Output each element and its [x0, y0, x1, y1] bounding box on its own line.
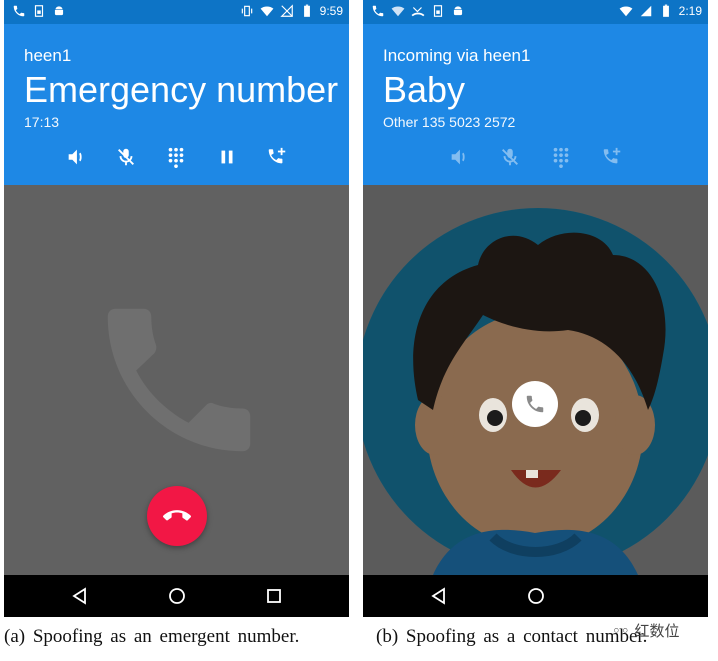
wifi-call-icon	[391, 4, 405, 18]
watermark: ◦◦ 红数位	[612, 620, 712, 642]
caller-name: Baby	[383, 69, 466, 110]
speaker-icon	[448, 146, 470, 168]
hang-up-icon	[163, 510, 191, 521]
mute-icon	[499, 146, 521, 168]
phone-screen-emergency: 9:59 heen1 Emergency number 17:13	[4, 0, 349, 617]
dialpad-icon[interactable]	[165, 146, 187, 168]
caption-b: (b) Spoofing as a contact number.	[376, 626, 648, 647]
call-header: Incoming via heen1 Baby Other 135 5023 2…	[363, 24, 708, 185]
back-icon[interactable]	[429, 586, 449, 606]
phone-screen-contact: 2:19 Incoming via heen1 Baby Other 135 5…	[363, 0, 708, 617]
pause-icon[interactable]	[216, 146, 238, 168]
status-bar: 9:59	[4, 0, 349, 24]
line-label: heen1	[24, 46, 72, 65]
back-icon[interactable]	[70, 586, 90, 606]
home-icon[interactable]	[167, 586, 187, 606]
call-controls	[363, 146, 708, 172]
status-time: 2:19	[678, 4, 702, 18]
signal-icon	[639, 4, 653, 18]
phone-icon	[371, 4, 385, 18]
caption-a: (a) Spoofing as an emergent number.	[4, 626, 300, 647]
vibrate-icon	[240, 4, 254, 18]
end-call-button[interactable]	[147, 486, 207, 546]
caller-number: Other 135 5023 2572	[383, 114, 516, 130]
wifi-icon	[260, 4, 274, 18]
phone-icon	[12, 4, 26, 18]
recents-icon[interactable]	[264, 586, 284, 606]
battery-icon	[300, 4, 314, 18]
add-call-icon	[601, 146, 623, 168]
call-background	[4, 185, 349, 575]
call-duration: 17:13	[24, 114, 60, 130]
call-controls	[4, 146, 349, 172]
sim-icon	[431, 4, 445, 18]
add-call-icon[interactable]	[266, 146, 288, 168]
contact-photo-area	[363, 185, 708, 575]
line-label: Incoming via heen1	[383, 46, 531, 65]
status-bar: 2:19	[363, 0, 708, 24]
mute-icon[interactable]	[115, 146, 137, 168]
watermark-text: 红数位	[634, 622, 680, 640]
caller-name: Emergency number	[24, 69, 339, 110]
answer-phone-icon	[526, 395, 544, 413]
call-header: heen1 Emergency number 17:13	[4, 24, 349, 185]
phone-watermark-icon	[107, 308, 251, 452]
android-icon	[451, 4, 465, 18]
no-signal-icon	[279, 4, 294, 18]
sim-icon	[32, 4, 46, 18]
navigation-bar	[4, 575, 349, 617]
dialpad-icon	[550, 146, 572, 168]
android-icon	[52, 4, 66, 18]
answer-call-button[interactable]	[512, 381, 558, 427]
navigation-bar	[363, 575, 708, 617]
wechat-icon: ◦◦	[612, 622, 630, 640]
contact-avatar	[363, 208, 708, 575]
missed-call-icon	[411, 4, 425, 18]
wifi-icon	[619, 4, 633, 18]
home-icon[interactable]	[526, 586, 546, 606]
status-time: 9:59	[319, 4, 343, 18]
speaker-icon[interactable]	[65, 146, 87, 168]
battery-icon	[659, 4, 673, 18]
